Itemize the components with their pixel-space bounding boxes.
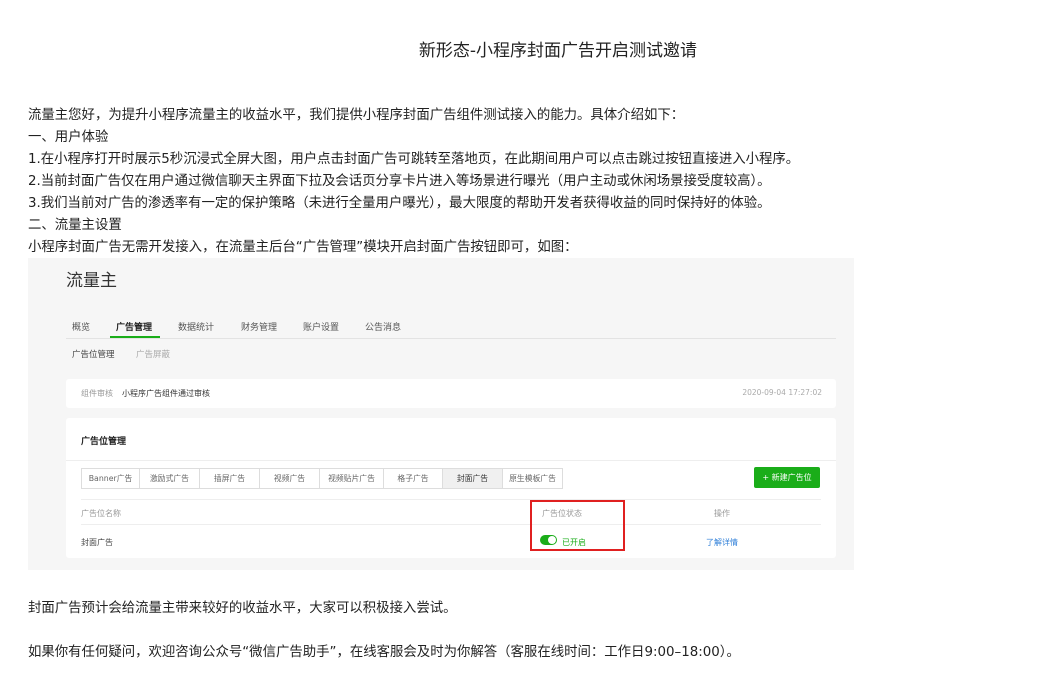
settings-instruction: 小程序封面广告无需开发接入，在流量主后台“广告管理”模块开启封面广告按钮即可，如…	[28, 240, 578, 255]
tab-cover-ad[interactable]: 封面广告	[443, 469, 503, 488]
nav-overview[interactable]: 概览	[72, 320, 90, 333]
tab-grid-ad[interactable]: 格子广告	[384, 469, 443, 488]
row-ad-slot-name: 封面广告	[81, 538, 113, 547]
article-point-3: 3.我们当前对广告的渗透率有一定的保护策略（未进行全量用户曝光），最大限度的帮助…	[28, 196, 771, 211]
tab-interstitial-ad[interactable]: 插屏广告	[200, 469, 260, 488]
status-highlight-box	[530, 500, 625, 551]
section-heading-user-experience: 一、用户体验	[28, 130, 109, 145]
row-learn-more-link[interactable]: 了解详情	[706, 537, 738, 548]
subnav-ad-slot-management[interactable]: 广告位管理	[72, 348, 115, 360]
article-intro: 流量主您好，为提升小程序流量主的收益水平，我们提供小程序封面广告组件测试接入的能…	[28, 108, 685, 123]
table-header-divider	[81, 524, 821, 525]
tab-rewarded-ad[interactable]: 激励式广告	[140, 469, 200, 488]
tab-video-preroll-ad[interactable]: 视频贴片广告	[320, 469, 384, 488]
closing-encouragement: 封面广告预计会给流量主带来较好的收益水平，大家可以积极接入尝试。	[28, 601, 457, 616]
review-label: 组件审核	[81, 389, 113, 398]
tab-video-ad[interactable]: 视频广告	[260, 469, 320, 488]
nav-ad-management[interactable]: 广告管理	[116, 320, 152, 333]
nav-announcements[interactable]: 公告消息	[365, 320, 401, 333]
review-timestamp: 2020-09-04 17:27:02	[742, 388, 822, 397]
nav-divider	[66, 338, 836, 339]
embedded-screenshot: 流量主 概览 广告管理 数据统计 财务管理 账户设置 公告消息 广告位管理 广告…	[28, 258, 854, 570]
subnav-ad-blocking[interactable]: 广告屏蔽	[136, 348, 170, 360]
closing-contact-info: 如果你有任何疑问，欢迎咨询公众号“微信广告助手”，在线客服会及时为你解答（客服在…	[28, 645, 740, 660]
col-header-name: 广告位名称	[81, 509, 121, 518]
article-point-2: 2.当前封面广告仅在用户通过微信聊天主界面下拉及会话页分享卡片进入等场景进行曝光…	[28, 174, 771, 189]
nav-data-stats[interactable]: 数据统计	[178, 320, 214, 333]
article-point-1: 1.在小程序打开时展示5秒沉浸式全屏大图，用户点击封面广告可跳转至落地页，在此期…	[28, 152, 800, 167]
review-value: 小程序广告组件通过审核	[122, 389, 210, 398]
article-title: 新形态-小程序封面广告开启测试邀请	[418, 41, 698, 61]
panel-title: 广告位管理	[81, 437, 127, 447]
review-status-card: 组件审核 小程序广告组件通过审核 2020-09-04 17:27:02	[66, 379, 836, 408]
table-top-divider	[81, 499, 821, 500]
nav-account-settings[interactable]: 账户设置	[303, 320, 339, 333]
new-ad-slot-button[interactable]: + 新建广告位	[754, 467, 820, 488]
nav-finance[interactable]: 财务管理	[241, 320, 277, 333]
ad-slot-panel: 广告位管理 Banner广告 激励式广告 插屏广告 视频广告 视频贴片广告 格子…	[66, 418, 836, 558]
ad-type-tabs: Banner广告 激励式广告 插屏广告 视频广告 视频贴片广告 格子广告 封面广…	[81, 468, 563, 489]
panel-divider	[66, 460, 836, 461]
tab-banner-ad[interactable]: Banner广告	[82, 469, 140, 488]
col-header-action: 操作	[714, 509, 730, 518]
brand-title: 流量主	[66, 271, 117, 291]
section-heading-settings: 二、流量主设置	[28, 218, 122, 233]
tab-native-template-ad[interactable]: 原生模板广告	[503, 469, 562, 488]
